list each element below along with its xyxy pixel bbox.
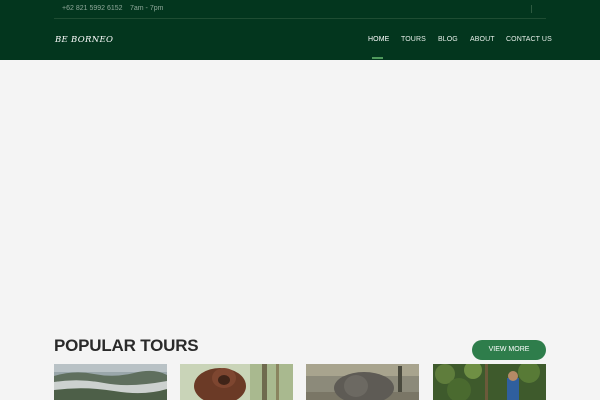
topbar-divider <box>531 5 532 13</box>
tour-card-jungle-trek[interactable] <box>433 364 546 400</box>
tour-card-elephant[interactable] <box>306 364 419 400</box>
opening-hours: 7am - 7pm <box>130 5 164 12</box>
view-more-button[interactable]: VIEW MORE <box>472 340 546 360</box>
nav-item-about[interactable]: ABOUT <box>470 36 495 43</box>
tour-card-mountain[interactable] <box>54 364 167 400</box>
section-title-popular-tours: POPULAR TOURS <box>54 336 199 355</box>
orangutan-image <box>180 364 293 400</box>
site-header: +62 821 5992 6152 7am - 7pm BE BORNEO HO… <box>0 0 600 60</box>
tour-card-orangutan[interactable] <box>180 364 293 400</box>
nav-item-home[interactable]: HOME <box>368 36 389 43</box>
nav-item-tours[interactable]: TOURS <box>401 36 426 43</box>
active-nav-indicator <box>372 57 383 59</box>
phone-number[interactable]: +62 821 5992 6152 <box>62 5 123 12</box>
main-nav: HOME TOURS BLOG ABOUT CONTACT US <box>0 36 600 48</box>
top-info-bar: +62 821 5992 6152 7am - 7pm <box>54 0 546 19</box>
elephant-image <box>306 364 419 400</box>
nav-item-contact-us[interactable]: CONTACT US <box>506 36 552 43</box>
jungle-trekker-image <box>433 364 546 400</box>
misty-mountain-forest-image <box>54 364 167 400</box>
nav-item-blog[interactable]: BLOG <box>438 36 458 43</box>
